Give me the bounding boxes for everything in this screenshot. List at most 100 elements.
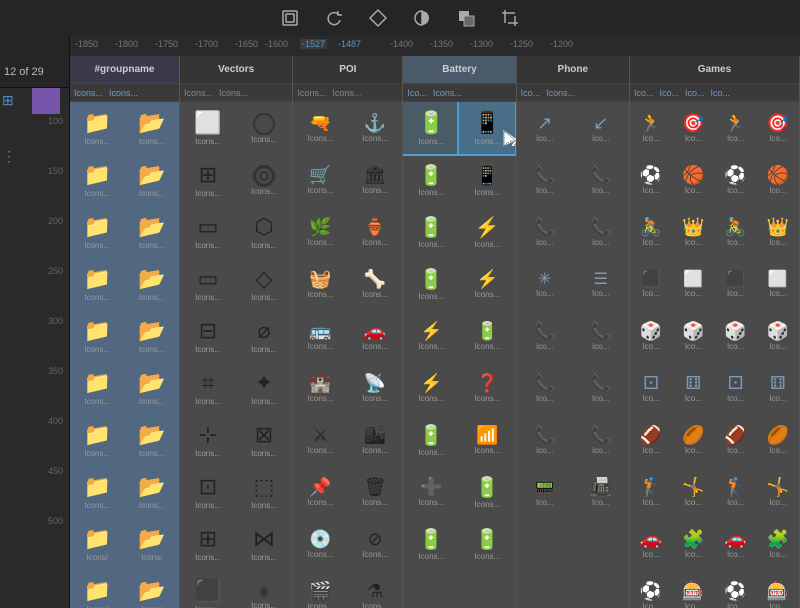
list-item[interactable]: 🎬Icons... — [293, 570, 348, 608]
list-item[interactable]: 🔫Icons... — [293, 102, 348, 154]
list-item[interactable]: 📁Icons/ — [70, 570, 125, 608]
list-item[interactable]: ⬜Ico... — [757, 258, 799, 310]
list-item[interactable]: 🏌Ico... — [630, 466, 672, 518]
list-item[interactable]: 🏈Ico... — [630, 414, 672, 466]
list-item[interactable]: 🏀Ico... — [757, 154, 799, 206]
list-item[interactable]: Icons... — [236, 102, 292, 154]
list-item[interactable]: 💿Icons... — [293, 518, 348, 570]
list-item[interactable]: ⚀Ico... — [630, 362, 672, 414]
list-item[interactable]: 🧩Ico... — [672, 518, 714, 570]
list-item[interactable]: ⬜Icons... — [180, 102, 236, 154]
diamond-icon[interactable] — [366, 6, 390, 30]
list-item[interactable]: 🏀Ico... — [672, 154, 714, 206]
list-item[interactable]: ⬜Ico... — [672, 258, 714, 310]
list-item[interactable]: 📁Icons... — [70, 206, 125, 258]
vertical-align-icon[interactable]: ⊞ — [2, 92, 14, 109]
list-item[interactable]: 📁Icons... — [70, 362, 125, 414]
list-item[interactable]: 📟Ico... — [517, 466, 573, 518]
canvas-area[interactable]: #groupname Icons... Icons... 📁Icons... 📂… — [70, 56, 800, 608]
list-item[interactable]: ⬡Icons... — [236, 206, 292, 258]
list-item[interactable]: 🎲Ico... — [630, 310, 672, 362]
list-item[interactable]: 📂Icons... — [125, 258, 180, 310]
list-item[interactable]: 🚗Icons... — [348, 310, 403, 362]
list-item[interactable]: 🛒Icons... — [293, 154, 348, 206]
frame-icon[interactable] — [278, 6, 302, 30]
list-item[interactable]: 🏉Ico... — [757, 414, 799, 466]
list-item[interactable]: 📁Icons... — [70, 466, 125, 518]
list-item[interactable]: ⚀Ico... — [714, 362, 756, 414]
list-item[interactable]: 📞Ico... — [573, 414, 629, 466]
list-item[interactable]: 📱 Icons... — [459, 102, 515, 154]
list-item[interactable]: ⌗Icons... — [180, 362, 236, 414]
list-item[interactable]: 📱Icons... — [459, 154, 515, 206]
list-item[interactable]: 🔋Icons... — [459, 310, 515, 362]
list-item[interactable]: ⬚Icons... — [236, 466, 292, 518]
list-item[interactable]: 📞Ico... — [573, 362, 629, 414]
list-item[interactable]: 🏌Ico... — [714, 466, 756, 518]
list-item[interactable]: 📁Icons... — [70, 102, 125, 154]
list-item[interactable]: 👑Ico... — [757, 206, 799, 258]
list-item[interactable]: 🏉Ico... — [672, 414, 714, 466]
distribute-icon[interactable]: ⋮ — [2, 148, 16, 165]
list-item[interactable]: 🏃Ico... — [714, 102, 756, 154]
list-item[interactable]: 🎯Ico... — [672, 102, 714, 154]
list-item[interactable]: 📞Ico... — [573, 310, 629, 362]
list-item[interactable]: 📞Ico... — [573, 206, 629, 258]
list-item[interactable]: ⊟Icons... — [180, 310, 236, 362]
list-item[interactable]: 📂Icons... — [125, 206, 180, 258]
list-item[interactable]: 🌿Icons... — [293, 206, 348, 258]
list-item[interactable]: 🤸Ico... — [672, 466, 714, 518]
list-item[interactable]: 🏙Icons... — [348, 414, 403, 466]
list-item[interactable]: 🔋Icons... — [403, 206, 459, 258]
list-item[interactable]: 📠Ico... — [573, 466, 629, 518]
list-item[interactable]: 🎰Ico... — [672, 570, 714, 608]
list-item[interactable]: 🚗Ico... — [630, 518, 672, 570]
list-item[interactable]: 🦴Icons... — [348, 258, 403, 310]
list-item[interactable]: 🏰Icons... — [293, 362, 348, 414]
list-item[interactable]: 🏛Icons... — [348, 154, 403, 206]
list-item[interactable]: 🏃Ico... — [630, 102, 672, 154]
list-item[interactable]: 🗑Icons... — [348, 466, 403, 518]
list-item[interactable]: ⚽Ico... — [630, 154, 672, 206]
list-item[interactable]: ◈Icons... — [236, 570, 292, 608]
list-item[interactable]: 📞Ico... — [517, 414, 573, 466]
list-item[interactable]: 🔋Icons... — [403, 154, 459, 206]
rotate-icon[interactable] — [322, 6, 346, 30]
list-item[interactable]: ⚅Ico... — [757, 362, 799, 414]
list-item[interactable]: 🚌Icons... — [293, 310, 348, 362]
list-item[interactable]: 📡Icons... — [348, 362, 403, 414]
list-item[interactable]: 📞Ico... — [573, 154, 629, 206]
list-item[interactable]: 📞Ico... — [517, 310, 573, 362]
list-item[interactable]: 🔋Icons... — [459, 518, 515, 570]
list-item[interactable]: 📂Icons... — [125, 414, 180, 466]
list-item[interactable]: 🔋Icons... — [459, 466, 515, 518]
list-item[interactable]: 🔋Icons... — [403, 258, 459, 310]
list-item[interactable]: ⋈Icons... — [236, 518, 292, 570]
list-item[interactable]: 📌Icons... — [293, 466, 348, 518]
list-item[interactable]: ⚡Icons... — [403, 362, 459, 414]
list-item[interactable]: ◇Icons... — [236, 258, 292, 310]
list-item[interactable]: 📁Icons... — [70, 258, 125, 310]
list-item[interactable]: 🚗Ico... — [714, 518, 756, 570]
list-item[interactable]: 📁Icons... — [70, 414, 125, 466]
list-item[interactable]: ⚗Icons... — [348, 570, 403, 608]
list-item[interactable]: ▭Icons... — [180, 258, 236, 310]
list-item[interactable]: 📂Icons... — [125, 466, 180, 518]
list-item[interactable]: ⬛Ico... — [714, 258, 756, 310]
list-item[interactable]: 🔋Icons... — [403, 518, 459, 570]
list-item[interactable]: 🧺Icons... — [293, 258, 348, 310]
list-item[interactable]: ⚅Ico... — [672, 362, 714, 414]
list-item[interactable]: ➕Icons... — [403, 466, 459, 518]
list-item[interactable]: ⚽Ico... — [714, 570, 756, 608]
list-item[interactable]: 📞Ico... — [517, 154, 573, 206]
list-item[interactable]: 👑Ico... — [672, 206, 714, 258]
list-item[interactable]: ☰Ico... — [573, 258, 629, 310]
list-item[interactable]: ❓Icons... — [459, 362, 515, 414]
list-item[interactable]: ⬛Icons... — [180, 570, 236, 608]
list-item[interactable]: ⬛Ico... — [630, 258, 672, 310]
list-item[interactable]: ⊞Icons... — [180, 154, 236, 206]
overlap-icon[interactable] — [454, 6, 478, 30]
list-item[interactable]: ⊞Icons... — [180, 518, 236, 570]
list-item[interactable]: Icons... — [236, 154, 292, 206]
crop-icon[interactable] — [498, 6, 522, 30]
